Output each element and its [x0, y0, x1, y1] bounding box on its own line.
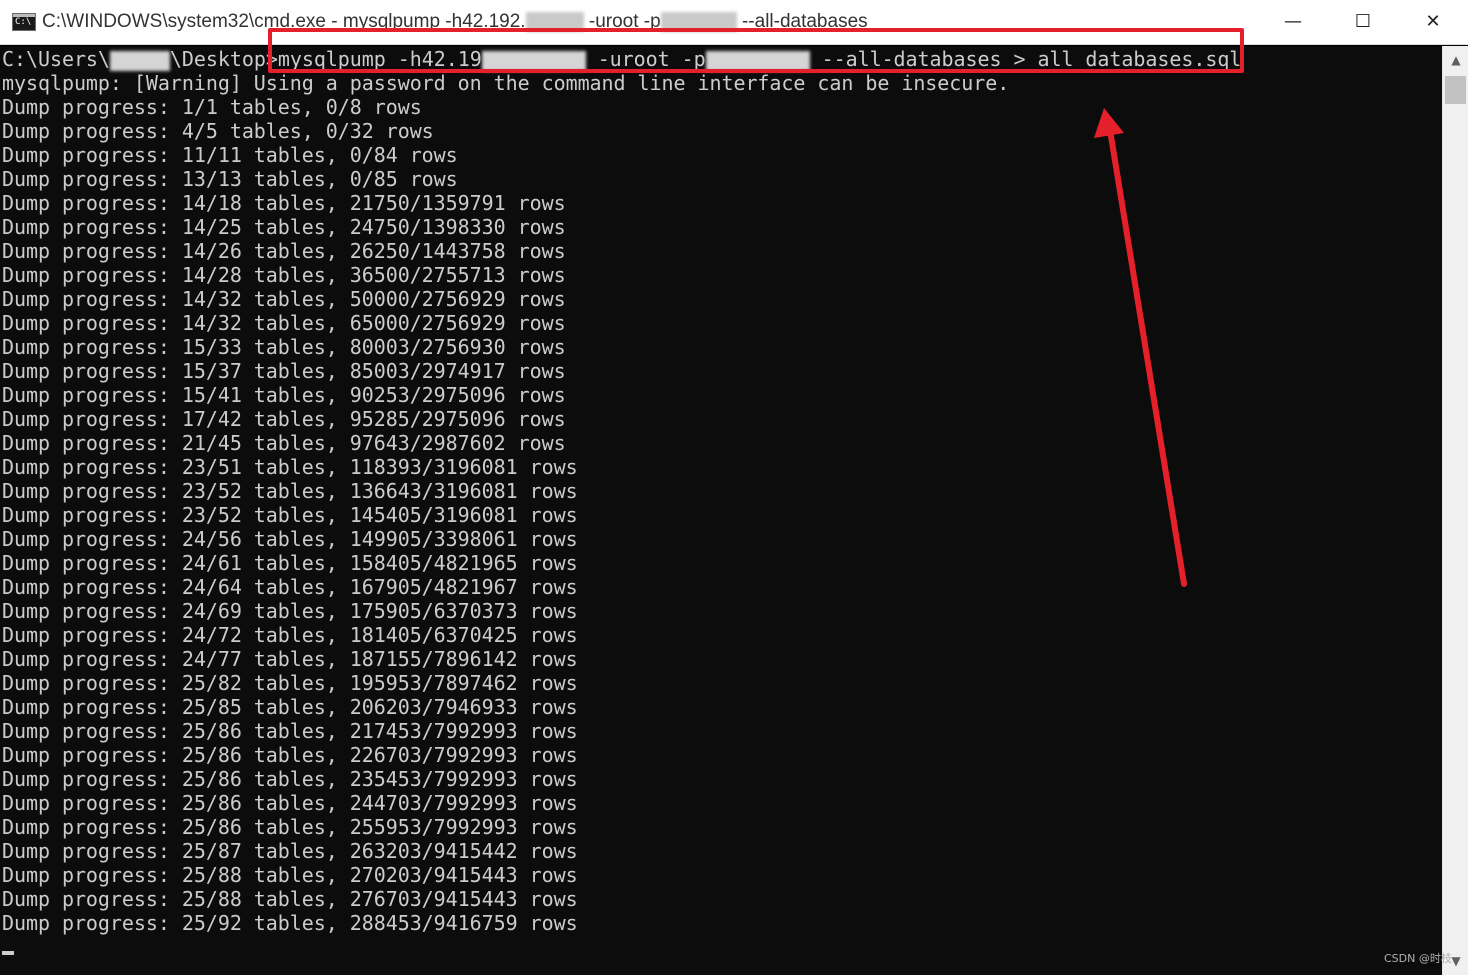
command-highlight-box [268, 28, 1244, 73]
maximize-button[interactable]: ☐ [1328, 0, 1398, 44]
progress-line: Dump progress: 25/86 tables, 244703/7992… [2, 791, 578, 815]
scroll-up-arrow-icon[interactable]: ▲ [1443, 48, 1468, 72]
red-arrow-annotation [1094, 108, 1187, 587]
cmd-app-icon[interactable]: C:\ [12, 13, 36, 31]
progress-line: Dump progress: 24/61 tables, 158405/4821… [2, 551, 578, 575]
warning-line: mysqlpump: [Warning] Using a password on… [2, 71, 1010, 95]
progress-line: Dump progress: 25/87 tables, 263203/9415… [2, 839, 578, 863]
progress-line: Dump progress: 25/86 tables, 217453/7992… [2, 719, 578, 743]
progress-line: Dump progress: 15/33 tables, 80003/27569… [2, 335, 566, 359]
progress-line: Dump progress: 13/13 tables, 0/85 rows [2, 167, 458, 191]
progress-line: Dump progress: 25/88 tables, 276703/9415… [2, 887, 578, 911]
progress-line: Dump progress: 14/18 tables, 21750/13597… [2, 191, 566, 215]
progress-line: Dump progress: 25/86 tables, 255953/7992… [2, 815, 578, 839]
prompt-desktop: \Desktop> [169, 47, 278, 71]
console-output[interactable]: C:\Users\ \Desktop>mysqlpump -h42.19 -uro… [0, 46, 1442, 975]
vertical-scrollbar[interactable]: ▲ ▼ [1442, 46, 1468, 975]
progress-line: Dump progress: 25/86 tables, 235453/7992… [2, 767, 578, 791]
progress-line: Dump progress: 25/82 tables, 195953/7897… [2, 671, 578, 695]
progress-line: Dump progress: 23/52 tables, 145405/3196… [2, 503, 578, 527]
progress-line: Dump progress: 15/41 tables, 90253/29750… [2, 383, 566, 407]
progress-line: Dump progress: 14/32 tables, 65000/27569… [2, 311, 566, 335]
progress-line: Dump progress: 24/56 tables, 149905/3398… [2, 527, 578, 551]
progress-line: Dump progress: 24/69 tables, 175905/6370… [2, 599, 578, 623]
progress-line: Dump progress: 14/28 tables, 36500/27557… [2, 263, 566, 287]
progress-line: Dump progress: 14/32 tables, 50000/27569… [2, 287, 566, 311]
progress-line: Dump progress: 24/64 tables, 167905/4821… [2, 575, 578, 599]
progress-line: Dump progress: 14/25 tables, 24750/13983… [2, 215, 566, 239]
progress-line: Dump progress: 24/77 tables, 187155/7896… [2, 647, 578, 671]
minimize-button[interactable]: — [1258, 0, 1328, 44]
progress-line: Dump progress: 1/1 tables, 0/8 rows [2, 95, 422, 119]
arrow-shaft [1107, 127, 1187, 587]
progress-line: Dump progress: 21/45 tables, 97643/29876… [2, 431, 566, 455]
arrow-head [1094, 108, 1124, 138]
progress-line: Dump progress: 23/52 tables, 136643/3196… [2, 479, 578, 503]
progress-line: Dump progress: 11/11 tables, 0/84 rows [2, 143, 458, 167]
progress-line: Dump progress: 17/42 tables, 95285/29750… [2, 407, 566, 431]
redacted-username [109, 50, 170, 71]
progress-line: Dump progress: 25/88 tables, 270203/9415… [2, 863, 578, 887]
prompt-users: C:\Users\ [2, 47, 110, 71]
progress-line: Dump progress: 23/51 tables, 118393/3196… [2, 455, 578, 479]
watermark: CSDN @时枝 [1384, 952, 1452, 965]
progress-line: Dump progress: 4/5 tables, 0/32 rows [2, 119, 434, 143]
close-button[interactable]: ✕ [1398, 0, 1468, 44]
progress-line: Dump progress: 25/92 tables, 288453/9416… [2, 911, 578, 935]
scroll-thumb[interactable] [1445, 76, 1466, 104]
text-cursor [2, 951, 14, 955]
progress-line: Dump progress: 14/26 tables, 26250/14437… [2, 239, 566, 263]
progress-line: Dump progress: 25/86 tables, 226703/7992… [2, 743, 578, 767]
progress-line: Dump progress: 15/37 tables, 85003/29749… [2, 359, 566, 383]
progress-line: Dump progress: 24/72 tables, 181405/6370… [2, 623, 578, 647]
progress-line: Dump progress: 25/85 tables, 206203/7946… [2, 695, 578, 719]
